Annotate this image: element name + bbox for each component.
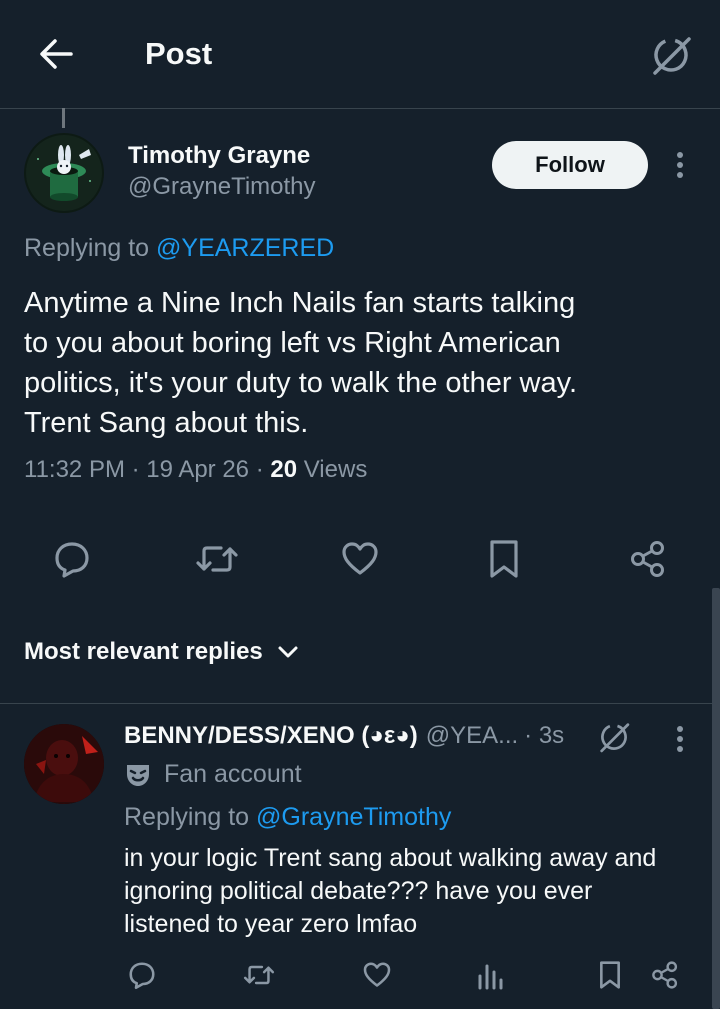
bookmark-icon (600, 961, 620, 989)
scrollbar[interactable] (712, 588, 720, 1009)
post-text-line: Anytime a Nine Inch Nails fan starts tal… (24, 287, 576, 319)
reply-replying-to: Replying to @GrayneTimothy (124, 803, 451, 832)
reply-replying-prefix: Replying to (124, 803, 257, 831)
post-time: 11:32 PM (24, 456, 125, 483)
share-icon (652, 961, 678, 989)
fan-account-badge: Fan account (124, 760, 302, 789)
reply-icon (55, 542, 89, 578)
bookmark-button[interactable] (478, 533, 530, 585)
share-icon (631, 541, 664, 577)
author-avatar[interactable] (24, 133, 104, 213)
back-arrow-icon (40, 39, 73, 69)
like-button[interactable] (334, 533, 386, 585)
more-vertical-icon (677, 152, 683, 178)
reply-replying-to-mention[interactable]: @GrayneTimothy (256, 803, 451, 831)
grok-icon (653, 37, 691, 75)
reply-button[interactable] (46, 533, 98, 585)
reply-header: BENNY/DESS/XENO (◕ε◕) @YEA... · 3s (124, 722, 564, 750)
reply-time: · 3s (524, 722, 565, 749)
fan-mask-icon (127, 764, 149, 786)
more-vertical-icon (677, 726, 683, 752)
reply-share-button[interactable] (645, 955, 685, 995)
like-icon (363, 962, 391, 987)
reply-text-line: ignoring political debate??? have you ev… (124, 877, 593, 905)
views-count[interactable]: 20 (270, 456, 297, 483)
top-bar: Post (0, 0, 720, 109)
share-button[interactable] (622, 533, 674, 585)
sort-label: Most relevant replies (24, 638, 263, 665)
replying-to-mention[interactable]: @YEARZERED (156, 234, 334, 262)
grok-icon (600, 723, 630, 753)
post-text-line: to you about boring left vs Right Americ… (24, 327, 561, 359)
follow-button[interactable]: Follow (492, 141, 648, 189)
back-button[interactable] (36, 34, 76, 74)
views-icon (478, 964, 503, 990)
chevron-down-icon (278, 646, 298, 658)
divider (0, 703, 720, 704)
reply-bookmark-button[interactable] (590, 955, 630, 995)
post-text: Anytime a Nine Inch Nails fan starts tal… (24, 283, 684, 443)
bookmark-icon (490, 540, 518, 578)
replies-sort-dropdown[interactable]: Most relevant replies (24, 638, 299, 666)
post-meta: 11:32 PM · 19 Apr 26 · 20 Views (24, 456, 368, 483)
replying-prefix: Replying to (24, 234, 157, 262)
post-text-line: politics, it's your duty to walk the oth… (24, 367, 578, 399)
reply-text-line: in your logic Trent sang about walking a… (124, 844, 657, 872)
reply-icon (129, 962, 155, 990)
reply-like-button[interactable] (357, 955, 397, 995)
repost-button[interactable] (191, 533, 243, 585)
fan-account-label: Fan account (164, 760, 302, 788)
reply-repost-button[interactable] (239, 955, 279, 995)
reply-author-name[interactable]: BENNY/DESS/XENO (◕ε◕) (124, 722, 418, 750)
page-title: Post (145, 36, 213, 71)
reply-author-avatar[interactable] (24, 724, 104, 804)
reply-author-handle[interactable]: @YEA... (426, 722, 518, 750)
like-icon (342, 542, 378, 575)
reply-time-value: 3s (538, 722, 565, 749)
post-text-line: Trent Sang about this. (24, 407, 309, 439)
reply-reply-button[interactable] (122, 955, 162, 995)
reply-views-button[interactable] (470, 955, 510, 995)
post-date: 19 Apr 26 (146, 456, 250, 483)
thread-connector-line (62, 108, 65, 128)
reply-more-button[interactable] (668, 719, 692, 759)
reply-text-line: listened to year zero lmfao (124, 910, 418, 938)
repost-icon (243, 965, 275, 985)
author-handle[interactable]: @GrayneTimothy (128, 173, 316, 201)
reply-text: in your logic Trent sang about walking a… (124, 842, 694, 941)
author-name[interactable]: Timothy Grayne (128, 142, 310, 170)
views-label: Views (303, 456, 368, 483)
replying-to: Replying to @YEARZERED (24, 234, 334, 263)
reply-grok-button[interactable] (594, 717, 634, 757)
repost-icon (196, 546, 238, 572)
post-more-button[interactable] (668, 145, 692, 185)
grok-button[interactable] (646, 30, 696, 80)
